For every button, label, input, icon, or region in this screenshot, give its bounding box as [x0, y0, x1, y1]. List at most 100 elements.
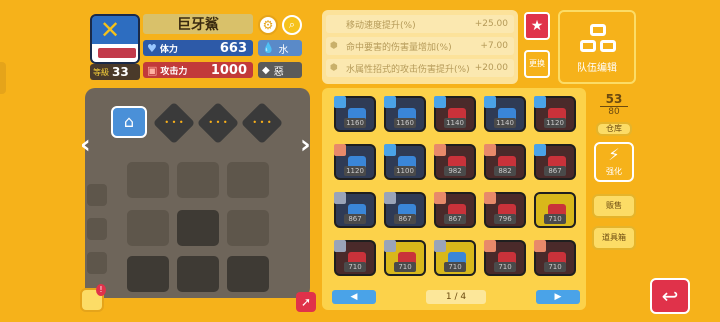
- type-chip-icon: [334, 96, 346, 108]
- grid-cell[interactable]: [177, 256, 219, 292]
- grid-cell[interactable]: [127, 210, 169, 246]
- house-icon: ⌂: [123, 112, 135, 131]
- item-level: 867: [544, 166, 566, 176]
- character-portrait[interactable]: ✕: [90, 14, 140, 64]
- grid-cell[interactable]: [177, 210, 219, 246]
- buff-icon: ⬢: [330, 41, 338, 51]
- grid-cell[interactable]: [227, 162, 269, 198]
- left-edge-tab[interactable]: [0, 62, 6, 94]
- type-chip-icon: [534, 96, 546, 108]
- item-level: 1100: [394, 166, 416, 176]
- type-chip-icon: [434, 240, 446, 252]
- enhance-icon: ⚡: [608, 145, 620, 164]
- type-chip-icon: [534, 144, 546, 156]
- prev-page-button[interactable]: ◀: [332, 290, 376, 304]
- grid-cell[interactable]: [227, 256, 269, 292]
- inventory-item[interactable]: 1120: [334, 144, 376, 180]
- settings-icon[interactable]: ⚙: [258, 15, 278, 35]
- buff-text: 移动速度提升(%): [346, 20, 416, 31]
- grid-cell[interactable]: [127, 162, 169, 198]
- inventory-item[interactable]: 867: [534, 144, 576, 180]
- inventory-item[interactable]: 1100: [384, 144, 426, 180]
- type-chip-icon: [484, 144, 496, 156]
- back-button[interactable]: ↩: [650, 278, 690, 314]
- side-slot[interactable]: [87, 218, 107, 240]
- sell-button[interactable]: 贩售: [592, 194, 636, 218]
- character-name: 巨牙鯊: [177, 17, 219, 33]
- buff-text: 命中要害的伤害量增加(%): [346, 42, 452, 53]
- enhance-label: 强化: [606, 167, 622, 176]
- inventory-item[interactable]: 710: [334, 240, 376, 276]
- inventory-item[interactable]: 867: [434, 192, 476, 228]
- buff-icon: ⬢: [330, 63, 338, 73]
- inventory-item[interactable]: 982: [434, 144, 476, 180]
- team-edit-label: 队伍编辑: [577, 63, 617, 74]
- item-level: 982: [444, 166, 466, 176]
- share-icon[interactable]: ➚: [296, 292, 316, 312]
- inventory-item[interactable]: 710: [534, 240, 576, 276]
- type-chip-icon: [384, 240, 396, 252]
- water-icon: 💧: [262, 42, 275, 54]
- item-level: 1140: [444, 118, 466, 128]
- inventory-item[interactable]: 882: [484, 144, 526, 180]
- item-level: 710: [444, 262, 466, 272]
- inventory-item[interactable]: 1140: [434, 96, 476, 132]
- alert-icon: !: [96, 284, 106, 296]
- type-chip-icon: [334, 144, 346, 156]
- sort-button[interactable]: 道具箱: [592, 226, 636, 250]
- inventory-item[interactable]: 710: [384, 240, 426, 276]
- type-chip-icon: [434, 192, 446, 204]
- grid-cell[interactable]: [227, 210, 269, 246]
- item-level: 882: [494, 166, 516, 176]
- heart-icon: ♥: [147, 41, 157, 55]
- item-level: 1140: [494, 118, 516, 128]
- enhance-button[interactable]: ⚡ 强化: [594, 142, 634, 182]
- item-level: 796: [494, 214, 516, 224]
- prev-arrow-icon[interactable]: ‹: [80, 130, 91, 160]
- item-level: 710: [544, 262, 566, 272]
- exchange-button[interactable]: 更换: [524, 50, 550, 78]
- board-slot-1[interactable]: • • •: [152, 101, 196, 145]
- inventory-item[interactable]: 710: [534, 192, 576, 228]
- inventory-item[interactable]: 867: [384, 192, 426, 228]
- atk-value: 1000: [210, 62, 247, 78]
- inventory-panel: 1160 1160 1140 1140 1120 1120 1100 982 882 867 867…: [322, 88, 586, 310]
- inventory-item[interactable]: 867: [334, 192, 376, 228]
- inventory-item[interactable]: 796: [484, 192, 526, 228]
- next-page-button[interactable]: ▶: [536, 290, 580, 304]
- grid-cell[interactable]: [177, 162, 219, 198]
- inventory-item[interactable]: 1160: [334, 96, 376, 132]
- level-box: 等級 33: [90, 64, 140, 80]
- favorite-button[interactable]: ★: [524, 12, 550, 40]
- inventory-item[interactable]: 710: [484, 240, 526, 276]
- limit-button[interactable]: 仓库: [596, 122, 632, 136]
- team-edit-button[interactable]: 队伍编辑: [558, 10, 636, 84]
- next-arrow-icon[interactable]: ›: [300, 130, 311, 160]
- sell-label: 贩售: [606, 201, 622, 210]
- nature-value: 惡: [273, 66, 284, 78]
- inventory-item[interactable]: 1140: [484, 96, 526, 132]
- atk-bar: ▣ 攻击力 1000: [143, 62, 253, 78]
- grid-cell[interactable]: [127, 256, 169, 292]
- buff-row-3: ⬢ 水属性招式的攻击伤害提升(%) +20.00: [326, 59, 514, 77]
- inventory-item[interactable]: 1120: [534, 96, 576, 132]
- item-level: 1120: [344, 166, 366, 176]
- inventory-item[interactable]: 710: [434, 240, 476, 276]
- item-level: 867: [444, 214, 466, 224]
- board-slot-2[interactable]: • • •: [196, 101, 240, 145]
- side-slot[interactable]: [87, 252, 107, 274]
- page-indicator: 1 / 4: [426, 290, 486, 304]
- level-value: 33: [112, 65, 129, 79]
- inventory-item[interactable]: 1160: [384, 96, 426, 132]
- type-chip-icon: [484, 192, 496, 204]
- type-chip-icon: [434, 96, 446, 108]
- buff-row-1: 移动速度提升(%) +25.00: [326, 15, 514, 33]
- selected-slot[interactable]: ⌂: [111, 106, 147, 138]
- name-plate: 巨牙鯊: [143, 14, 253, 34]
- limit-label: 仓库: [606, 124, 622, 133]
- search-icon[interactable]: ⌕: [282, 15, 302, 35]
- item-level: 1160: [394, 118, 416, 128]
- board-slot-3[interactable]: • • •: [240, 101, 284, 145]
- buff-panel: 移动速度提升(%) +25.00 ⬢ 命中要害的伤害量增加(%) +7.00 ⬢…: [322, 10, 518, 84]
- side-slot[interactable]: [87, 184, 107, 206]
